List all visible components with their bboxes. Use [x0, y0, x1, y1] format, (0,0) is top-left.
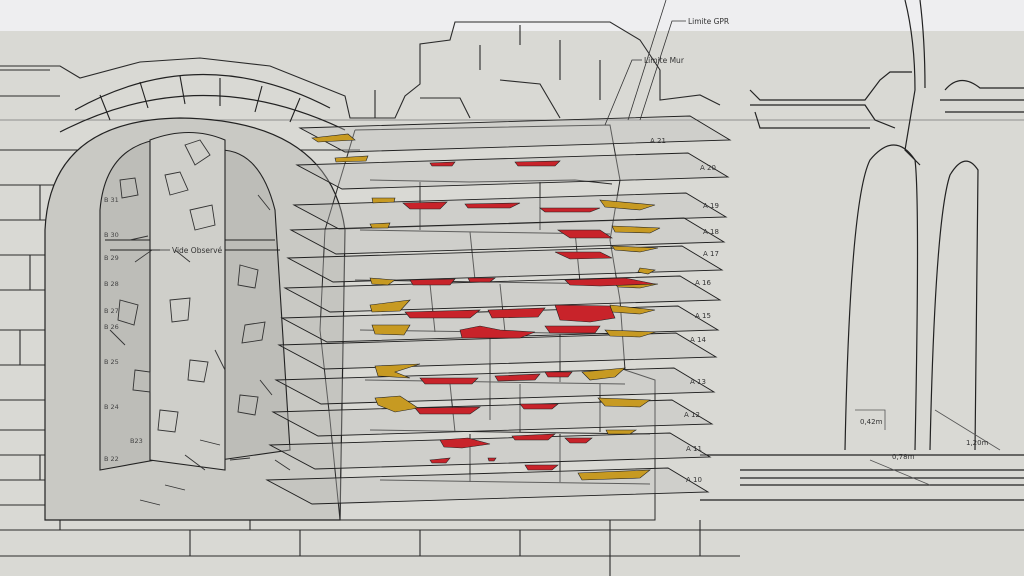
plane-label-a: A 19 — [703, 202, 719, 210]
plane-label-a: A 17 — [703, 250, 719, 258]
plane-label-a: A 12 — [684, 411, 700, 419]
dimension-label-d3: 1,20m — [966, 439, 989, 447]
plane-label-b: B 25 — [104, 358, 119, 366]
plane-label-a: A 10 — [686, 476, 702, 484]
scan-viewport[interactable]: 0,42m 0,78m 1,20m Limite GPR Limite Mur … — [0, 0, 1024, 576]
label-limite-mur: Limite Mur — [644, 56, 685, 65]
gpr-plane — [298, 115, 732, 153]
label-limite-gpr: Limite GPR — [688, 17, 729, 26]
plane-label-b: B 28 — [104, 280, 119, 288]
plane-label-a: A 21 — [650, 137, 666, 145]
wall-gpr-scene: 0,42m 0,78m 1,20m Limite GPR Limite Mur … — [0, 0, 1024, 576]
plane-label-b: B 30 — [104, 231, 119, 239]
plane-label-b: B23 — [130, 437, 143, 445]
plane-label-a: A 13 — [690, 378, 706, 386]
plane-label-a: A 16 — [695, 279, 711, 287]
plane-label-a: A 15 — [695, 312, 711, 320]
plane-label-b: B 26 — [104, 323, 119, 331]
plane-label-a: A 11 — [686, 445, 702, 453]
plane-label-a: A 18 — [703, 228, 719, 236]
dimension-label-d2: 0,78m — [892, 453, 915, 461]
plane-label-a: A 20 — [700, 164, 716, 172]
plane-label-b: B 27 — [104, 307, 119, 315]
label-vide-observe: Vide Observé — [172, 246, 223, 255]
plane-label-a: A 14 — [690, 336, 706, 344]
dimension-label-d1: 0,42m — [860, 418, 883, 426]
plane-label-b: B 29 — [104, 254, 119, 262]
plane-label-b: B 24 — [104, 403, 119, 411]
plane-label-b: B 31 — [104, 196, 119, 204]
plane-label-b: B 22 — [104, 455, 119, 463]
